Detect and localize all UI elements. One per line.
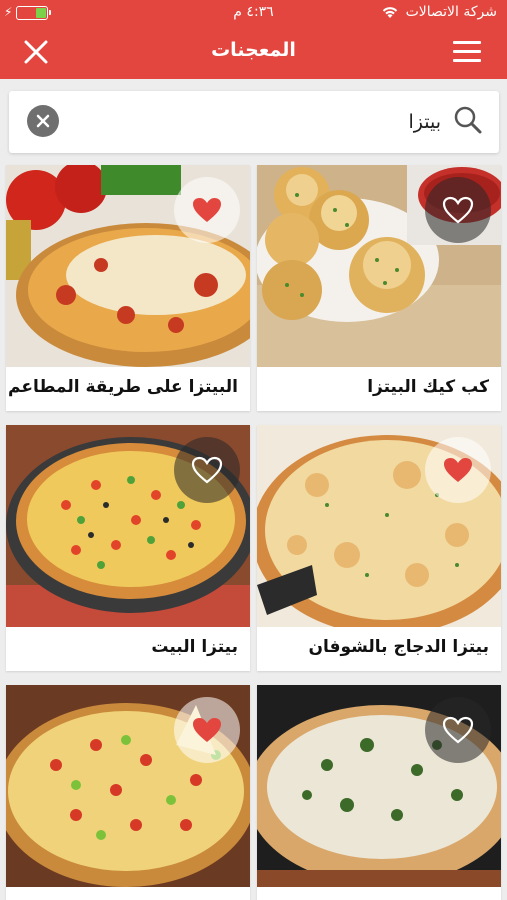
clear-icon bbox=[36, 114, 50, 128]
recipe-title: بيتزا الدجاج بالشوفان bbox=[308, 637, 489, 657]
favorite-button[interactable] bbox=[425, 437, 491, 503]
favorite-button[interactable] bbox=[174, 437, 240, 503]
page-title: المعجنات bbox=[211, 39, 296, 61]
recipe-card[interactable] bbox=[6, 685, 250, 900]
recipe-card[interactable]: البيتزا على طريقة المطاعم bbox=[6, 165, 250, 411]
hamburger-menu-icon[interactable] bbox=[453, 41, 481, 63]
recipe-card[interactable]: بيتزا الدجاج بالشوفان bbox=[257, 425, 501, 671]
battery-icon bbox=[16, 6, 51, 20]
recipe-title: البيتزا على طريقة المطاعم bbox=[8, 377, 238, 397]
recipe-card[interactable]: بيتزا البيت bbox=[6, 425, 250, 671]
status-bar: شركة الاتصالات ٤:٣٦ م ⚡ bbox=[0, 0, 507, 26]
heart-outline-icon bbox=[442, 716, 474, 744]
clear-search-button[interactable] bbox=[27, 105, 59, 137]
charging-icon: ⚡ bbox=[4, 5, 13, 19]
app-header: المعجنات bbox=[0, 26, 507, 79]
search-input[interactable] bbox=[121, 107, 441, 137]
heart-outline-icon bbox=[191, 456, 223, 484]
clock: ٤:٣٦ م bbox=[233, 4, 274, 20]
heart-filled-icon bbox=[193, 718, 221, 742]
search-icon[interactable] bbox=[453, 105, 483, 135]
search-bar bbox=[9, 91, 499, 153]
recipe-card[interactable]: كب كيك البيتزا bbox=[257, 165, 501, 411]
favorite-button[interactable] bbox=[425, 177, 491, 243]
favorite-button[interactable] bbox=[174, 177, 240, 243]
heart-filled-icon bbox=[444, 458, 472, 482]
recipe-card[interactable] bbox=[257, 685, 501, 900]
recipe-title: بيتزا البيت bbox=[151, 637, 238, 657]
heart-outline-icon bbox=[442, 196, 474, 224]
recipe-title: كب كيك البيتزا bbox=[367, 377, 489, 397]
favorite-button[interactable] bbox=[425, 697, 491, 763]
favorite-button[interactable] bbox=[174, 697, 240, 763]
heart-filled-icon bbox=[193, 198, 221, 222]
